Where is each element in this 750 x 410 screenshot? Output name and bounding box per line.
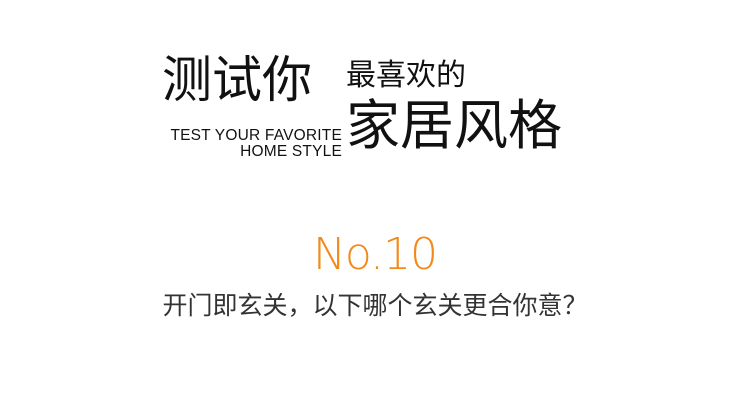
- title-part2: 最喜欢的: [346, 58, 466, 93]
- question-number: No.10: [312, 229, 438, 280]
- title-part1: 测试你: [162, 51, 312, 109]
- title-block: 测试你 最喜欢的 家居风格 TEST YOUR FAVORITE HOME ST…: [0, 0, 750, 180]
- title-part3: 家居风格: [346, 94, 562, 157]
- question-text: 开门即玄关，以下哪个玄关更合你意？: [162, 291, 588, 320]
- subtitle-line2: HOME STYLE: [240, 143, 342, 160]
